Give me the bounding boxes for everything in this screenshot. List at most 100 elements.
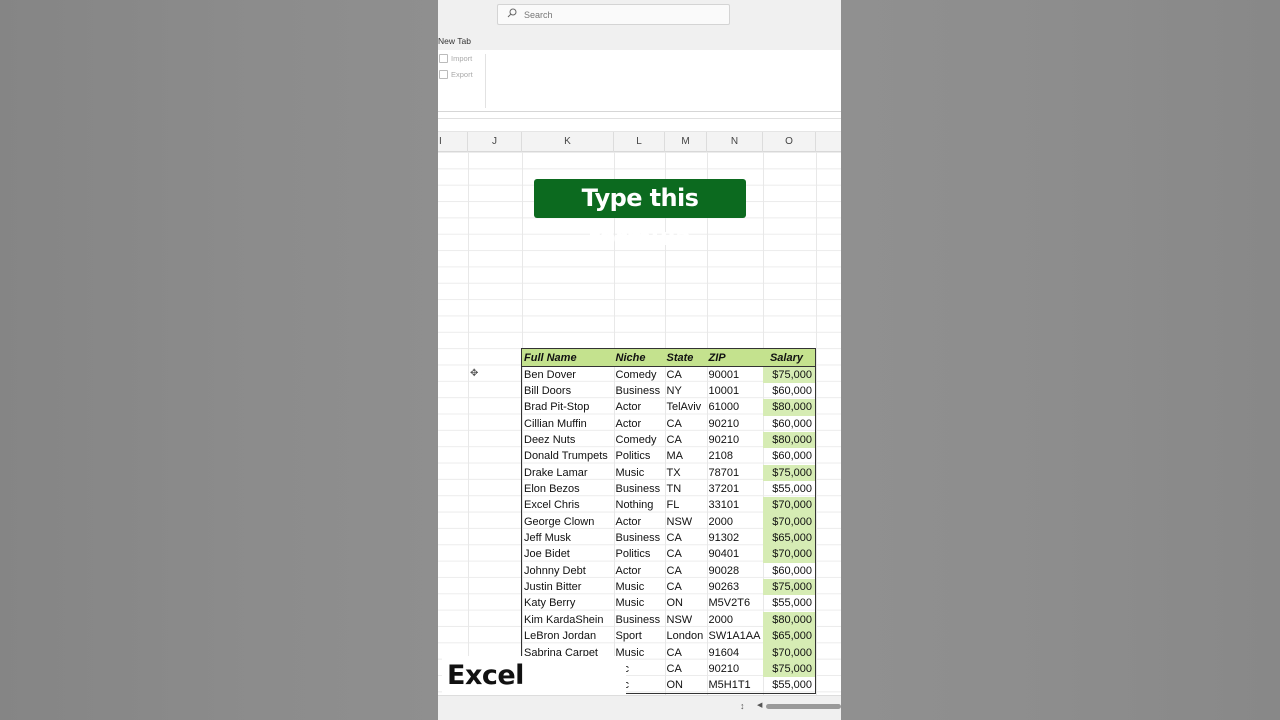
cell-zip[interactable]: 90210 xyxy=(707,661,763,677)
cell-state[interactable]: TX xyxy=(665,465,707,481)
cell-salary[interactable]: $60,000 xyxy=(763,383,816,399)
column-header-i[interactable]: I xyxy=(438,132,468,152)
cell-zip[interactable]: 90263 xyxy=(707,579,763,595)
cell-niche[interactable]: Business xyxy=(614,612,665,628)
cell-niche[interactable]: Nothing xyxy=(614,497,665,513)
cell-zip[interactable]: 90401 xyxy=(707,546,763,562)
column-header-k[interactable]: K xyxy=(522,132,614,152)
cell-zip[interactable]: 90210 xyxy=(707,432,763,448)
cell-salary[interactable]: $70,000 xyxy=(762,497,816,514)
cell-niche[interactable]: Business xyxy=(614,530,665,546)
cell-zip[interactable]: 90028 xyxy=(707,563,763,579)
cell-salary[interactable]: $80,000 xyxy=(762,611,816,628)
cell-salary[interactable]: $70,000 xyxy=(762,644,816,661)
cell-zip[interactable]: 33101 xyxy=(707,497,763,513)
cell-full-name[interactable]: Jeff Musk xyxy=(522,530,614,546)
cell-niche[interactable]: Comedy xyxy=(614,367,665,383)
cell-salary[interactable]: $70,000 xyxy=(762,513,816,530)
header-niche[interactable]: Niche xyxy=(613,348,665,367)
header-salary[interactable]: Salary xyxy=(762,348,816,367)
cell-state[interactable]: CA xyxy=(665,367,707,383)
cell-niche[interactable]: Politics xyxy=(614,546,665,562)
cell-full-name[interactable]: Donald Trumpets xyxy=(522,448,614,464)
cell-state[interactable]: CA xyxy=(665,432,707,448)
cell-full-name[interactable]: George Clown xyxy=(522,514,614,530)
cell-salary[interactable]: $75,000 xyxy=(762,578,816,596)
cell-full-name[interactable]: Johnny Debt xyxy=(522,563,614,579)
cell-state[interactable]: FL xyxy=(665,497,707,513)
cell-state[interactable]: CA xyxy=(665,661,707,677)
cell-state[interactable]: NY xyxy=(665,383,707,399)
cell-niche[interactable]: Actor xyxy=(614,563,665,579)
cell-zip[interactable]: 2000 xyxy=(707,612,763,628)
cell-niche[interactable]: Comedy xyxy=(614,432,665,448)
cell-zip[interactable]: 90001 xyxy=(707,367,763,383)
column-header-l[interactable]: L xyxy=(614,132,665,152)
cell-state[interactable]: TelAviv xyxy=(665,399,707,415)
cell-state[interactable]: CA xyxy=(665,416,707,432)
cell-full-name[interactable]: Excel Chris xyxy=(522,497,614,513)
cell-salary[interactable]: $55,000 xyxy=(763,677,816,693)
cell-full-name[interactable]: Kim KardaShein xyxy=(522,612,614,628)
cell-full-name[interactable]: Katy Berry xyxy=(522,595,614,611)
cell-niche[interactable]: Politics xyxy=(614,448,665,464)
cell-full-name[interactable]: Drake Lamar xyxy=(522,465,614,481)
cell-zip[interactable]: 2000 xyxy=(707,514,763,530)
cell-niche[interactable]: Business xyxy=(614,383,665,399)
cell-full-name[interactable]: Joe Bidet xyxy=(522,546,614,562)
cell-niche[interactable]: Business xyxy=(614,481,665,497)
column-header-m[interactable]: M xyxy=(665,132,707,152)
cell-salary[interactable]: $60,000 xyxy=(763,563,816,579)
cell-state[interactable]: CA xyxy=(665,579,707,595)
cell-niche[interactable]: Actor xyxy=(614,514,665,530)
scroll-left-icon[interactable]: ◀ xyxy=(757,701,762,709)
cell-state[interactable]: TN xyxy=(665,481,707,497)
cell-salary[interactable]: $60,000 xyxy=(763,448,816,464)
cell-salary[interactable]: $75,000 xyxy=(762,366,816,383)
cell-state[interactable]: ON xyxy=(665,677,707,693)
cell-niche[interactable]: Sport xyxy=(614,628,665,644)
cell-full-name[interactable]: Bill Doors xyxy=(522,383,614,399)
export-button[interactable]: Export xyxy=(439,70,473,79)
cell-state[interactable]: London xyxy=(665,628,707,644)
cell-niche[interactable]: Actor xyxy=(614,416,665,432)
cell-zip[interactable]: 91302 xyxy=(707,530,763,546)
column-header-o[interactable]: O xyxy=(763,132,816,152)
header-state[interactable]: State xyxy=(664,348,707,367)
cell-state[interactable]: CA xyxy=(665,546,707,562)
cell-niche[interactable]: Music xyxy=(614,595,665,611)
search-input[interactable]: Search xyxy=(497,4,730,25)
cell-full-name[interactable]: Brad Pit-Stop xyxy=(522,399,614,415)
cell-niche[interactable]: Actor xyxy=(614,399,665,415)
cell-full-name[interactable]: Cillian Muffin xyxy=(522,416,614,432)
cell-state[interactable]: CA xyxy=(665,644,707,660)
header-zip[interactable]: ZIP xyxy=(706,348,763,367)
cell-state[interactable]: MA xyxy=(665,448,707,464)
cell-state[interactable]: CA xyxy=(665,530,707,546)
cell-zip[interactable]: 2108 xyxy=(707,448,763,464)
cell-niche[interactable]: Music xyxy=(614,579,665,595)
cell-full-name[interactable]: Elon Bezos xyxy=(522,481,614,497)
cell-salary[interactable]: $55,000 xyxy=(763,481,816,497)
cell-salary[interactable]: $75,000 xyxy=(762,464,816,481)
column-header-n[interactable]: N xyxy=(707,132,763,152)
cell-state[interactable]: NSW xyxy=(665,514,707,530)
cell-zip[interactable]: SW1A1AA xyxy=(707,628,763,644)
cell-state[interactable]: ON xyxy=(665,595,707,611)
cell-zip[interactable]: 91604 xyxy=(707,644,763,660)
cell-salary[interactable]: $75,000 xyxy=(762,660,816,678)
cell-full-name[interactable]: Ben Dover xyxy=(522,367,614,383)
cell-niche[interactable]: Music xyxy=(614,465,665,481)
cell-zip[interactable]: 37201 xyxy=(707,481,763,497)
cell-zip[interactable]: 61000 xyxy=(707,399,763,415)
cell-salary[interactable]: $65,000 xyxy=(762,628,816,645)
cell-state[interactable]: CA xyxy=(665,563,707,579)
cell-zip[interactable]: M5V2T6 xyxy=(707,595,763,611)
cell-state[interactable]: NSW xyxy=(665,612,707,628)
cell-zip[interactable]: 10001 xyxy=(707,383,763,399)
cell-zip[interactable]: M5H1T1 xyxy=(707,677,763,693)
cell-full-name[interactable]: LeBron Jordan xyxy=(522,628,614,644)
column-header-j[interactable]: J xyxy=(468,132,522,152)
cell-full-name[interactable]: Deez Nuts xyxy=(522,432,614,448)
cell-salary[interactable]: $80,000 xyxy=(762,431,816,449)
